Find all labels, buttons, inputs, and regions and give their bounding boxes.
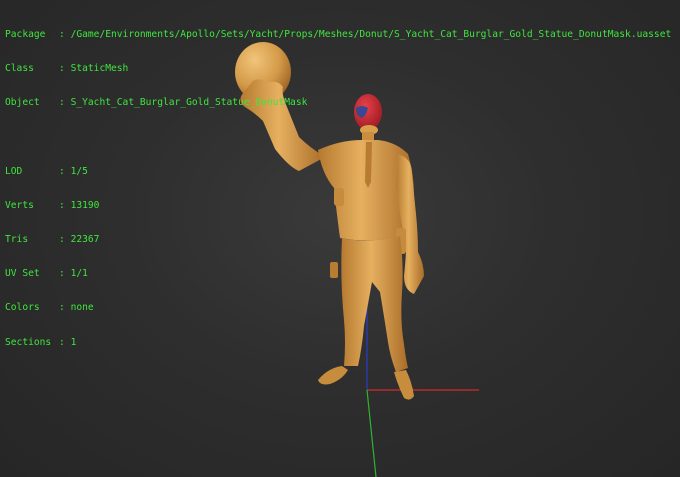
info-row-lod: LOD: 1/5: [5, 165, 88, 177]
info-key-sections: Sections: [5, 336, 52, 348]
info-value-sections: 1: [70, 336, 77, 348]
statue-right-shoe: [394, 370, 414, 400]
info-row-sections: Sections: 1: [5, 336, 77, 348]
info-key-uvset: UV Set: [5, 268, 40, 280]
info-key-class: Class: [5, 63, 34, 75]
info-key-object: Object: [5, 97, 40, 109]
info-row-verts: Verts: 13190: [5, 199, 100, 211]
info-row-tris: Tris: 22367: [5, 234, 100, 246]
axis-y-line: [366, 389, 377, 477]
info-value-lod: 1/5: [70, 165, 88, 177]
info-key-tris: Tris: [5, 234, 29, 246]
mesh-viewport[interactable]: Package: /Game/Environments/Apollo/Sets/…: [0, 0, 680, 477]
info-value-object: S_Yacht_Cat_Burglar_Gold_Statue_DonutMas…: [70, 97, 308, 109]
info-key-verts: Verts: [5, 199, 34, 211]
info-row-class: Class: StaticMesh: [5, 63, 129, 75]
mesh-info-overlay: Package: /Game/Environments/Apollo/Sets/…: [5, 6, 671, 371]
info-value-class: StaticMesh: [70, 63, 129, 75]
info-value-tris: 22367: [70, 234, 100, 246]
info-row-package: Package: /Game/Environments/Apollo/Sets/…: [5, 28, 672, 40]
info-value-package: /Game/Environments/Apollo/Sets/Yacht/Pro…: [70, 28, 672, 40]
info-key-colors: Colors: [5, 302, 40, 314]
info-value-verts: 13190: [70, 199, 100, 211]
info-row-uvset: UV Set: 1/1: [5, 268, 88, 280]
info-row-colors: Colors: none: [5, 302, 94, 314]
info-value-uvset: 1/1: [70, 268, 88, 280]
info-value-colors: none: [70, 302, 94, 314]
info-key-lod: LOD: [5, 165, 23, 177]
info-row-object: Object: S_Yacht_Cat_Burglar_Gold_Statue_…: [5, 97, 308, 109]
info-spacer: [5, 131, 671, 142]
info-key-package: Package: [5, 28, 46, 40]
